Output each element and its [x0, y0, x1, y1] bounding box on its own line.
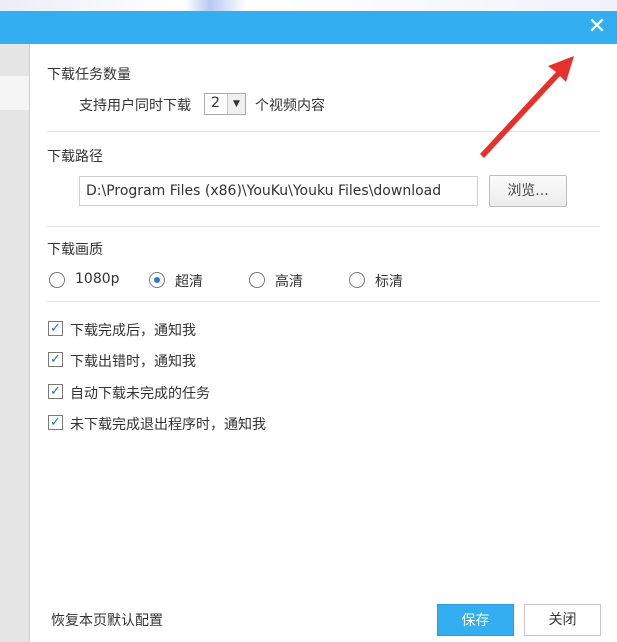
download-path-input[interactable]: D:\Program Files (x86)\YouKu\Youku Files…: [79, 176, 478, 206]
download-count-select[interactable]: 2 ▼: [204, 93, 246, 115]
radio-label: 1080p: [75, 271, 120, 287]
download-count-value: 2: [211, 95, 220, 111]
checkbox-box[interactable]: ✓: [48, 384, 63, 399]
radio-label: 高清: [275, 274, 303, 290]
radio-label: 超清: [175, 274, 203, 290]
close-button[interactable]: 关闭: [524, 604, 601, 636]
browse-button[interactable]: 浏览...: [489, 175, 567, 207]
download-count-suffix: 个视频内容: [255, 98, 325, 114]
close-icon[interactable]: ✕: [585, 15, 609, 39]
radio-circle[interactable]: [249, 272, 265, 288]
checkbox-box[interactable]: ✓: [48, 415, 63, 430]
download-count-prefix: 支持用户同时下载: [79, 98, 191, 114]
dialog-titlebar: [0, 11, 617, 44]
checkbox-label: 下载出错时，通知我: [70, 354, 196, 370]
download-path-title: 下载路径: [47, 149, 103, 165]
divider: [47, 226, 600, 227]
save-button[interactable]: 保存: [437, 604, 514, 636]
checkbox-box[interactable]: ✓: [48, 352, 63, 367]
radio-label: 标清: [375, 274, 403, 290]
quality-title: 下载画质: [47, 242, 103, 258]
download-count-title: 下载任务数量: [47, 67, 131, 83]
sidebar-item-selected[interactable]: [0, 76, 29, 110]
checkbox-label: 下载完成后，通知我: [70, 323, 196, 339]
checkbox-label: 未下载完成退出程序时，通知我: [70, 417, 266, 433]
chevron-down-icon[interactable]: ▼: [227, 94, 245, 114]
annotation-arrow: [480, 56, 574, 158]
radio-circle[interactable]: [349, 272, 365, 288]
checkbox-label: 自动下载未完成的任务: [70, 386, 210, 402]
divider: [47, 301, 600, 302]
radio-circle[interactable]: [149, 272, 165, 288]
restore-defaults-link[interactable]: 恢复本页默认配置: [51, 610, 163, 630]
checkbox-box[interactable]: ✓: [48, 321, 63, 336]
radio-circle[interactable]: [49, 272, 65, 288]
settings-sidebar: [0, 44, 30, 642]
